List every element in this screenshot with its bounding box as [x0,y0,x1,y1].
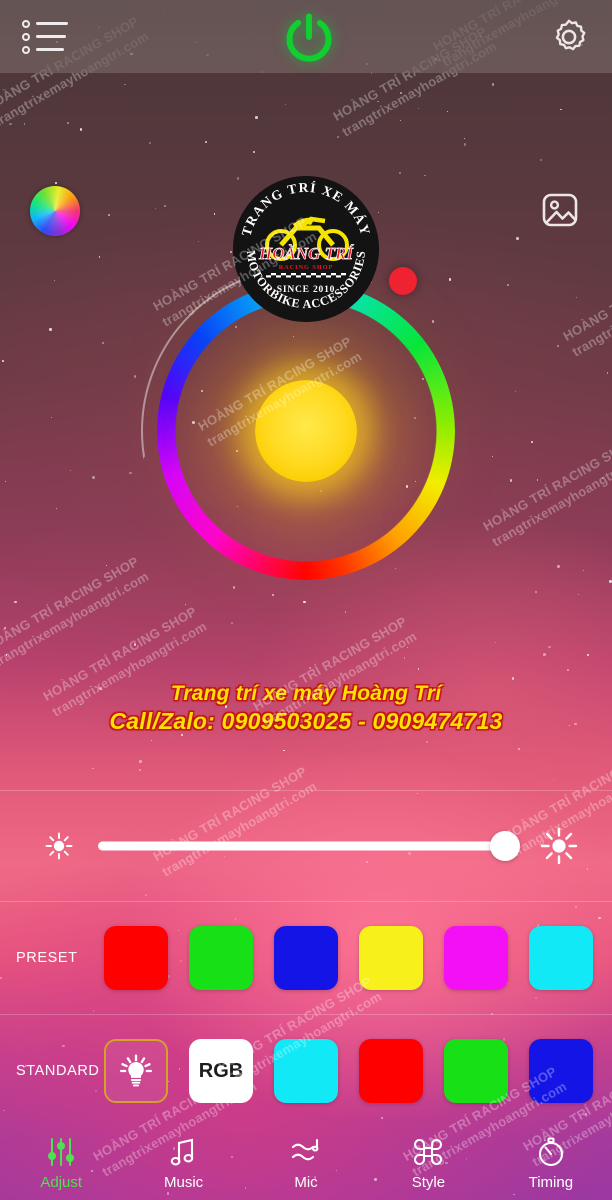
swatch-blue[interactable] [529,1039,593,1103]
swatch-cyan[interactable] [274,1039,338,1103]
mic-wave-icon [290,1137,322,1170]
promo-overlay-text: Trang trí xe máy Hoàng Trí Call/Zalo: 09… [0,680,612,737]
header-row: TRANG TRÍ XE MÁY MOTORBIKE ACCESSORIES H… [0,88,612,322]
nav-label-music: Music [164,1173,204,1191]
preset-row: PRESET [0,901,612,1014]
standard-item-list: RGB [104,1039,612,1103]
preset-label: PRESET [16,950,78,966]
preset-swatch-4[interactable] [444,926,508,990]
preset-swatch-0[interactable] [104,926,168,990]
top-bar [0,0,612,73]
nav-item-style[interactable]: Style [367,1137,489,1191]
preset-swatch-5[interactable] [529,926,593,990]
bottom-navigation: Adjust Music Mic Style Timing [0,1127,612,1200]
bulb-icon[interactable] [104,1039,168,1103]
promo-line-1: Trang trí xe máy Hoàng Trí [170,682,442,705]
logo-since: SINCE 2010 [277,285,335,295]
gear-icon[interactable] [548,16,590,58]
brightness-row [0,790,612,900]
nav-item-mic[interactable]: Mic [245,1137,367,1191]
preset-swatch-2[interactable] [274,926,338,990]
brightness-slider-thumb[interactable] [490,830,521,861]
color-wheel-icon[interactable] [30,186,80,236]
nav-label-mic: Mic [294,1173,318,1191]
logo-sub-brand: RACING SHOP [279,264,334,271]
sun-large-icon [540,827,578,864]
rgb-button[interactable]: RGB [189,1039,253,1103]
preset-swatch-list [104,926,612,990]
watermark: HOÀNG TRÍ RACING SHOPtrangtrixemayhoangt… [40,603,210,720]
list-menu-icon[interactable] [22,18,70,56]
power-icon[interactable] [283,11,335,63]
watermark: HOÀNG TRÍ RACING SHOPtrangtrixemayhoangt… [0,553,152,670]
swatch-red[interactable] [359,1039,423,1103]
brightness-slider-track[interactable] [98,841,508,850]
app-root: TRANG TRÍ XE MÁY MOTORBIKE ACCESSORIES H… [0,0,612,1200]
sun-small-icon [45,832,73,859]
image-gallery-icon[interactable] [536,186,584,234]
sliders-icon [45,1137,77,1170]
stopwatch-icon [535,1136,567,1170]
standard-label: STANDARD [16,1063,100,1079]
command-icon [412,1137,444,1170]
swatch-green[interactable] [444,1039,508,1103]
nav-item-music[interactable]: Music [122,1137,244,1191]
nav-item-adjust[interactable]: Adjust [0,1137,122,1191]
standard-row: STANDARD RGB [0,1014,612,1127]
nav-label-timing: Timing [528,1173,574,1191]
wheel-handle[interactable] [389,267,417,295]
preset-swatch-3[interactable] [359,926,423,990]
watermark: HOÀNG TRÍ RACING SHOPtrangtrixemayhoangt… [250,613,420,730]
brightness-slider[interactable] [98,826,522,866]
nav-item-timing[interactable]: Timing [490,1136,612,1191]
nav-label-adjust: Adjust [40,1173,83,1191]
brand-logo: TRANG TRÍ XE MÁY MOTORBIKE ACCESSORIES H… [233,176,379,322]
nav-label-style: Style [411,1173,446,1191]
music-note-icon [168,1137,200,1170]
checker-stripe [266,273,346,278]
watermark: HOÀNG TRÍ RACING SHOPtrangtrixemayhoangt… [560,244,612,360]
promo-line-2: Call/Zalo: 0909503025 - 0909474713 [109,708,503,735]
watermark: HOÀNG TRÍ RACING SHOPtrangtrixemayhoangt… [480,433,612,550]
wheel-center-preview[interactable] [255,380,357,482]
logo-brand: HOÀNG TRÍ [258,244,354,263]
preset-swatch-1[interactable] [189,926,253,990]
